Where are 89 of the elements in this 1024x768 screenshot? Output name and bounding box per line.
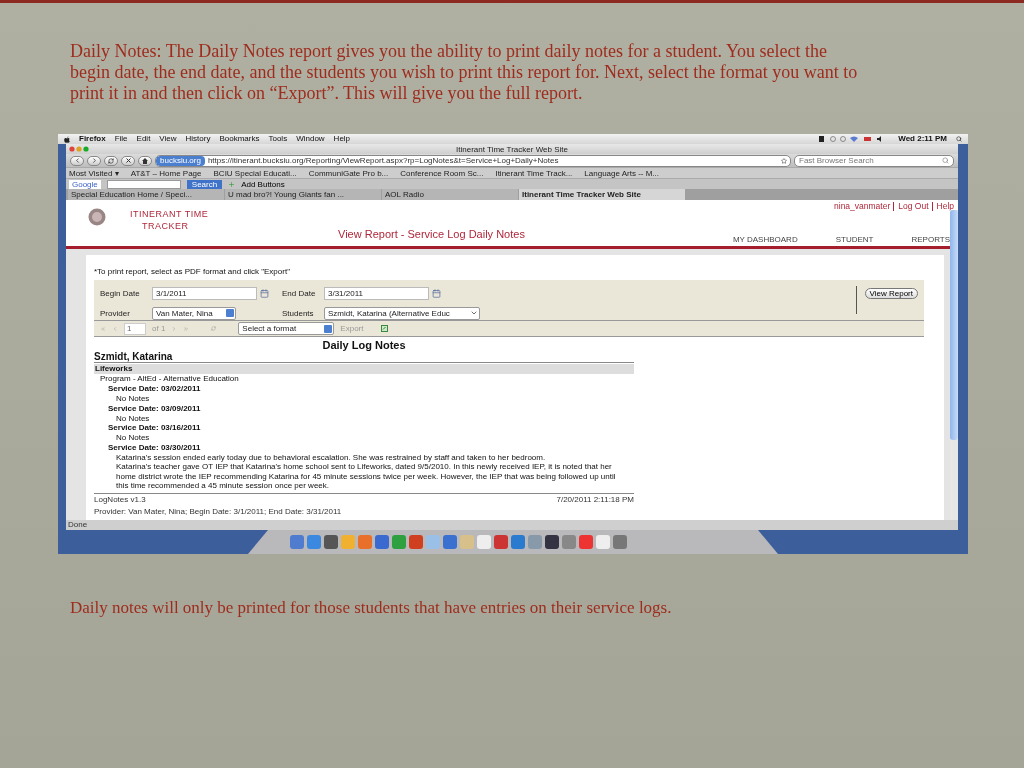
menu-item[interactable]: File [114, 134, 128, 144]
view-report-button[interactable]: View Report [864, 288, 918, 299]
nav-tab[interactable]: STUDENT [835, 235, 874, 244]
nav-tab[interactable]: REPORTS [911, 235, 950, 244]
menu-item[interactable]: View [159, 134, 177, 144]
search-button[interactable]: Search [186, 179, 223, 189]
browser-tab[interactable]: Itinerant Time Tracker Web Site [519, 189, 685, 200]
date-field[interactable]: 3/1/2011 [152, 286, 257, 300]
home-icon [142, 157, 148, 164]
report-title: Daily Log Notes [321, 339, 407, 351]
search-icon [942, 157, 949, 164]
bookmark-link[interactable]: Language Arts -- M... [584, 168, 660, 178]
service-date: Service Date: 03/16/2011 [107, 423, 202, 433]
window-title: Itinerant Time Tracker Web Site [456, 144, 568, 154]
header-link[interactable]: Log Out [893, 202, 929, 211]
report-parameters: Provider: Van Mater, Nina; Begin Date: 3/1/2011; End Date: 3/31/2011 [94, 506, 343, 516]
header-link[interactable]: nina_vanmater [834, 202, 891, 211]
field-label: Students [282, 308, 315, 318]
bookmark-link[interactable]: Conference Room Sc... [400, 168, 484, 178]
intro-text: Daily Notes: The Daily Notes report gives you the ability to print daily notes for a student. You select the begin date, the end date, and the students you wish to print this report for. Next, select the format you want to print it in and then click on “Export”. This will give you the full report. [70, 41, 859, 104]
browser-tab[interactable]: U mad bro?! Young Giants fan ... [225, 189, 381, 200]
student-name: Szmidt, Katarina [94, 351, 634, 363]
bookmark-star-icon[interactable] [781, 157, 787, 164]
note-text: No Notes [115, 433, 151, 443]
print-hint: *To print report, select as PDF format and click "Export" [94, 267, 291, 276]
bookmark-link[interactable]: AT&T – Home Page [130, 168, 202, 178]
calendar-icon[interactable] [260, 288, 269, 298]
forward-icon [90, 157, 98, 164]
field-label: Begin Date [100, 288, 141, 298]
forward-button[interactable] [87, 155, 101, 166]
menu-item[interactable]: Tools [268, 134, 288, 144]
bookmark-link[interactable]: CommuniGate Pro b... [308, 168, 389, 178]
bookmark-link[interactable]: Itinerant Time Track... [495, 168, 573, 178]
field-label: Provider [100, 308, 131, 318]
menu-item[interactable]: Window [296, 134, 325, 144]
stop-button[interactable] [121, 155, 135, 166]
page-count: of 1 [152, 324, 166, 333]
reload-icon [108, 157, 114, 164]
group-header: Lifeworks [94, 364, 634, 374]
report-version: LogNotes v1.3 [94, 494, 146, 504]
menu-item[interactable]: Edit [136, 134, 151, 144]
apple-icon [64, 135, 70, 143]
students-select[interactable]: Szmidt, Katarina (Alternative Educ [324, 306, 480, 320]
google-logo: Google [69, 179, 101, 189]
note-text: Katarina's session ended early today due to behavioral escalation. She was restrained by staff and taken to her bedroom. [115, 452, 547, 462]
site-badge: bucksiu.org [156, 155, 205, 166]
home-button[interactable] [138, 155, 152, 166]
calendar-icon[interactable] [432, 288, 441, 298]
footer-text: Daily notes will only be printed for those students that have entries on their service logs. [70, 597, 673, 618]
app-menu[interactable]: Firefox [79, 134, 106, 144]
bookmark-link[interactable]: Most Visited ▾ [69, 168, 119, 178]
date-field[interactable]: 3/31/2011 [324, 286, 429, 300]
page-title: View Report - Service Log Daily Notes [338, 228, 525, 242]
window-buttons-drawing[interactable] [69, 146, 89, 152]
program-name: Program - AltEd - Alternative Education [99, 374, 240, 384]
service-date: Service Date: 03/30/2011 [107, 442, 202, 453]
report-timestamp: 7/20/2011 2:11:18 PM [556, 494, 634, 504]
toolbar-search-field[interactable] [106, 179, 181, 189]
menu-clock: Wed 2:11 PM [898, 134, 947, 144]
menu-item[interactable]: History [185, 134, 211, 144]
status-text: Done [66, 519, 958, 530]
provider-select[interactable]: Van Mater, Nina [152, 306, 236, 320]
export-icon[interactable] [381, 325, 389, 332]
nav-tab[interactable]: MY DASHBOARD [732, 235, 798, 244]
logo-text: ITINERANT TIME [130, 208, 209, 220]
logo-text: TRACKER [141, 220, 190, 232]
logo-icon [88, 208, 106, 226]
reload-button[interactable] [104, 155, 118, 166]
address-field[interactable]: bucksiu.org https://itinerant.bucksiu.org/Reporting/ViewReport.aspx?rp=LogNotes&t=Service+Log+Daily+Notes [155, 154, 791, 167]
field-label: End Date [282, 288, 317, 298]
plus-icon[interactable] [228, 180, 236, 188]
back-icon [73, 157, 81, 164]
browser-tab[interactable]: AOL Radio [382, 189, 518, 200]
browser-search-field[interactable]: Fast Browser Search [794, 154, 954, 167]
add-buttons-link[interactable]: Add Buttons [241, 179, 285, 189]
close-icon [125, 158, 131, 163]
service-date: Service Date: 03/02/2011 [107, 384, 202, 394]
note-text: Katarina's teacher gave OT IEP that Katarina's home school sent to Lifeworks, dated 9/5/2010. In this newly received IEP, it is noted that her home district wrote the IEP recommending Katarina for 45 minute sessions twice per week. However, the IEP that was being followed up until this time recommended a 45 minute session once per week. [115, 462, 617, 491]
bookmark-link[interactable]: BCIU Special Educati... [213, 168, 297, 178]
search-icon[interactable] [956, 136, 962, 142]
menu-item[interactable]: Bookmarks [219, 134, 260, 144]
service-date: Service Date: 03/09/2011 [107, 403, 202, 414]
menu-item[interactable]: Help [333, 134, 351, 144]
browser-tab[interactable]: Special Education Home / Speci... [68, 189, 224, 200]
note-text: No Notes [115, 413, 151, 423]
note-text: No Notes [115, 394, 151, 404]
format-select[interactable]: Select a format [238, 322, 335, 335]
back-button[interactable] [70, 155, 84, 166]
page-number-field[interactable]: 1 [124, 322, 146, 335]
